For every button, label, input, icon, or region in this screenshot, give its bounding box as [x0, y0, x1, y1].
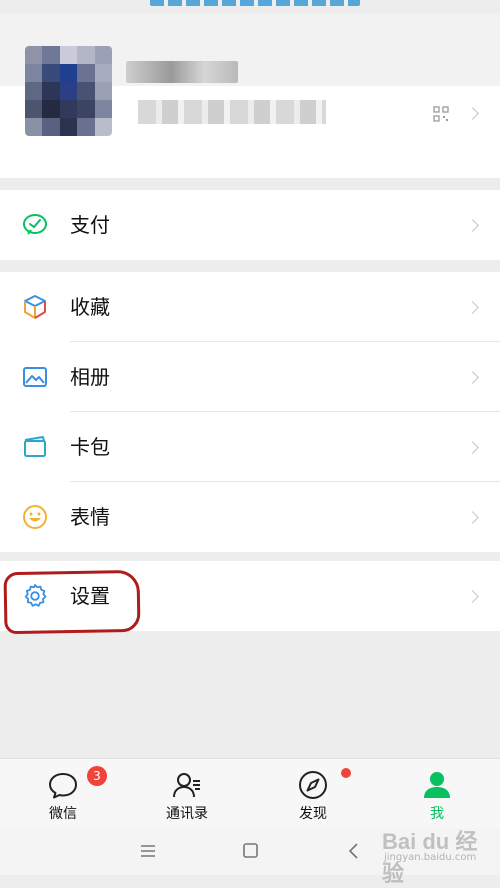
profile-card[interactable]: [0, 14, 500, 178]
chevron-right-icon: [466, 107, 479, 120]
tab-label-me: 我: [430, 806, 444, 822]
tab-label-discover: 发现: [299, 806, 327, 822]
tab-chats[interactable]: 3 微信: [13, 759, 113, 829]
watermark-sub-text: jingyan.baidu.com: [384, 852, 477, 863]
chevron-right-icon: [466, 301, 479, 314]
menu-label-pay: 支付: [70, 213, 110, 237]
unread-badge: 3: [87, 766, 107, 786]
new-dot-indicator: [341, 768, 351, 778]
chat-bubble-icon: [49, 773, 77, 799]
bottom-tab-bar: 3 微信 通讯录 发现 我: [0, 758, 500, 829]
qr-code-icon[interactable]: [433, 106, 449, 122]
baidu-jingyan-watermark: Bai du 经验 jingyan.baidu.com: [382, 824, 497, 886]
menu-lines-icon[interactable]: [136, 840, 160, 862]
compass-icon: [299, 771, 327, 799]
contacts-icon: [173, 773, 200, 798]
wechat-pay-icon: [23, 214, 47, 235]
blurred-nickname: [126, 61, 238, 83]
favorites-cube-icon: [24, 295, 46, 319]
menu-label-cards: 卡包: [70, 435, 110, 459]
menu-item-favorites[interactable]: 收藏: [0, 272, 500, 342]
menu-item-stickers[interactable]: 表情: [0, 482, 500, 552]
menu-label-album: 相册: [70, 365, 110, 389]
tab-discover[interactable]: 发现: [263, 759, 363, 829]
tab-label-chats: 微信: [49, 806, 77, 822]
tab-label-contacts: 通讯录: [166, 806, 208, 822]
menu-label-favorites: 收藏: [70, 295, 110, 319]
menu-item-pay[interactable]: 支付: [0, 190, 500, 260]
chevron-right-icon: [466, 441, 479, 454]
red-highlight-annotation: [3, 569, 141, 635]
chevron-right-icon: [466, 511, 479, 524]
menu-item-album[interactable]: 相册: [0, 342, 500, 412]
chevron-right-icon: [466, 219, 479, 232]
card-wallet-icon: [24, 436, 46, 457]
smiley-icon: [23, 505, 47, 529]
header-strip: [0, 0, 500, 14]
album-image-icon: [23, 367, 47, 387]
blurred-title: [150, 0, 360, 6]
menu-group-main: 收藏 相册 卡包 表情: [0, 272, 500, 552]
home-square-icon[interactable]: [238, 840, 262, 862]
avatar[interactable]: [25, 46, 112, 136]
menu-group-pay: 支付: [0, 190, 500, 260]
person-icon: [424, 772, 450, 798]
chevron-right-icon: [466, 590, 479, 603]
menu-item-cards[interactable]: 卡包: [0, 412, 500, 482]
blurred-wechat-id: [138, 100, 326, 124]
chevron-right-icon: [466, 371, 479, 384]
back-chevron-icon[interactable]: [342, 840, 366, 862]
tab-contacts[interactable]: 通讯录: [137, 759, 237, 829]
menu-label-stickers: 表情: [70, 505, 110, 529]
tab-me[interactable]: 我: [387, 759, 487, 829]
